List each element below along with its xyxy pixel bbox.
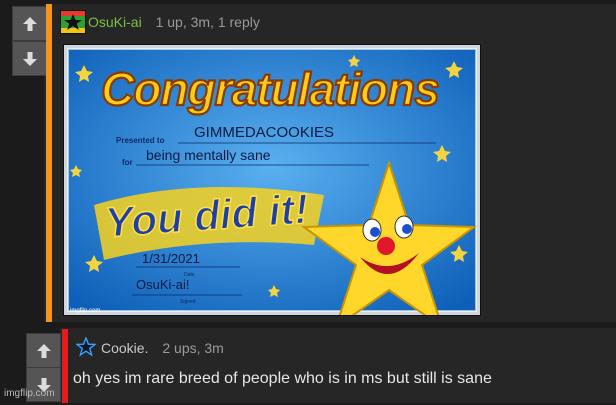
comment-2-avatar[interactable] [75,336,97,357]
comment-2-username[interactable]: Cookie. [101,340,148,356]
comment-1-meta-row: OsuKi-ai 1 up, 3m, 1 reply [88,14,260,30]
comment-1-accent-bar [46,4,52,322]
comment-2-meta-row: Cookie. 2 ups, 3m [101,340,224,356]
upvote-button-1[interactable] [12,6,47,41]
certificate-signature: OsuKi-ai! [136,277,189,292]
arrow-down-icon [22,51,37,66]
imgflip-watermark: imgflip.com [4,388,55,399]
for-label: for [122,158,133,167]
certificate-graphic: Congratulations Presented to GIMMEDACOOK… [64,45,480,315]
comment-2-text: oh yes im rare breed of people who is in… [73,370,492,387]
presented-to-label: Presented to [116,136,165,145]
comment-2-accent-bar [62,329,68,403]
comment-2-meta: 2 ups, 3m [162,340,224,356]
signature-label: Signed [180,299,196,305]
certificate-heading: Congratulations [101,63,439,115]
arrow-up-icon [22,16,37,31]
comment-1-meta: 1 up, 3m, 1 reply [155,14,260,30]
certificate-reason: being mentally sane [146,147,271,163]
comment-image[interactable]: Congratulations Presented to GIMMEDACOOK… [63,44,481,316]
comment-1-avatar[interactable] [60,10,86,34]
certificate-date: 1/31/2021 [142,251,200,266]
star-avatar-icon [61,11,85,33]
certificate-recipient: GIMMEDACOOKIES [194,124,334,141]
comment-1-username[interactable]: OsuKi-ai [88,14,142,30]
arrow-up-icon [36,343,51,358]
upvote-button-2[interactable] [26,333,61,368]
certificate-credit: imgflip.com [70,308,100,314]
downvote-button-1[interactable] [12,41,47,76]
star-outline-avatar-icon [75,336,97,357]
